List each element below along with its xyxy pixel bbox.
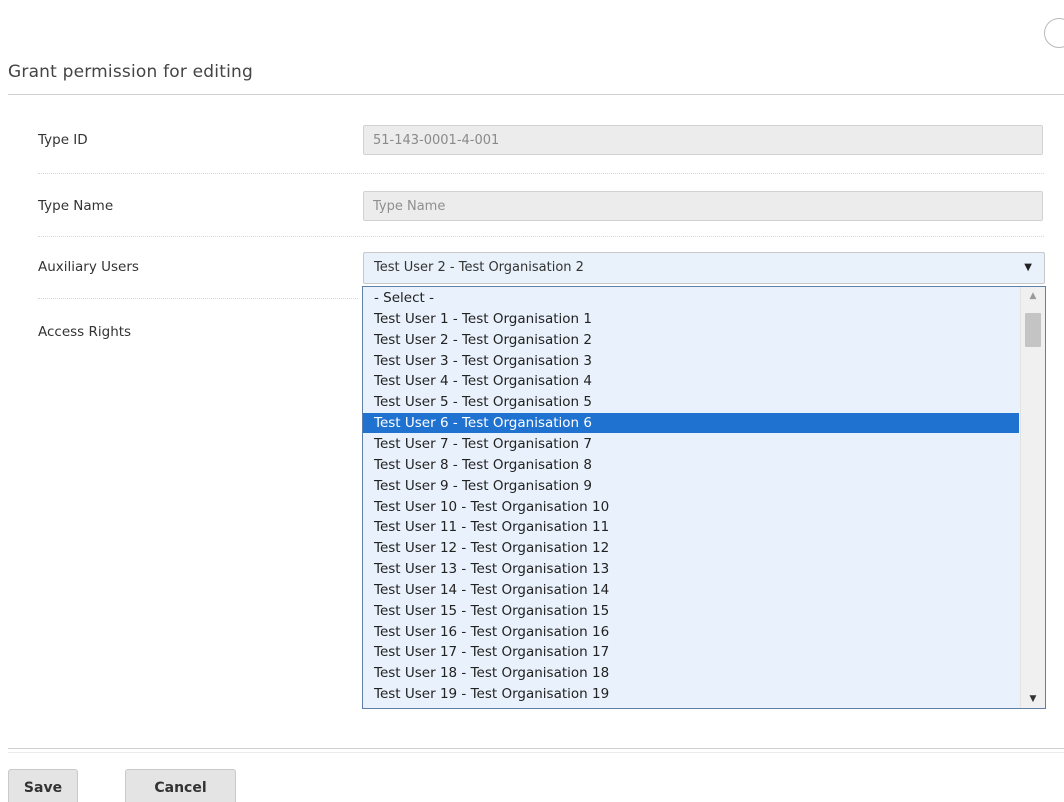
- row-divider: [38, 298, 358, 299]
- row-divider: [38, 236, 1044, 237]
- chevron-down-icon[interactable]: ▼: [1024, 253, 1032, 283]
- dropdown-option[interactable]: Test User 6 - Test Organisation 6: [363, 413, 1019, 434]
- access-rights-label: Access Rights: [38, 324, 132, 340]
- auxiliary-users-label: Auxiliary Users: [38, 259, 139, 275]
- auxiliary-users-selected-value: Test User 2 - Test Organisation 2: [374, 260, 584, 275]
- dropdown-option[interactable]: Test User 13 - Test Organisation 13: [363, 559, 1019, 579]
- dialog-title: Grant permission for editing: [8, 62, 253, 82]
- close-icon[interactable]: [1044, 18, 1064, 48]
- title-divider: [8, 94, 1064, 95]
- save-button[interactable]: Save: [8, 769, 78, 802]
- dropdown-option[interactable]: Test User 18 - Test Organisation 18: [363, 663, 1019, 683]
- permission-dialog: Grant permission for editing Type ID Typ…: [0, 0, 1064, 802]
- dropdown-option[interactable]: Test User 12 - Test Organisation 12: [363, 538, 1019, 558]
- dropdown-option[interactable]: - Select -: [363, 288, 1019, 308]
- dropdown-option[interactable]: Test User 15 - Test Organisation 15: [363, 601, 1019, 621]
- scroll-up-icon[interactable]: ▲: [1021, 287, 1045, 305]
- dropdown-option[interactable]: Test User 9 - Test Organisation 9: [363, 476, 1019, 496]
- scroll-down-icon[interactable]: ▼: [1021, 690, 1045, 708]
- type-id-field[interactable]: [363, 125, 1043, 155]
- dropdown-option[interactable]: Test User 16 - Test Organisation 16: [363, 622, 1019, 642]
- dropdown-option[interactable]: Test User 8 - Test Organisation 8: [363, 455, 1019, 475]
- dropdown-option[interactable]: Test User 19 - Test Organisation 19: [363, 684, 1019, 704]
- dropdown-option[interactable]: Test User 4 - Test Organisation 4: [363, 371, 1019, 391]
- type-name-field[interactable]: [363, 191, 1043, 221]
- dropdown-option[interactable]: Test User 11 - Test Organisation 11: [363, 517, 1019, 537]
- row-divider: [38, 173, 1044, 174]
- dropdown-option[interactable]: Test User 14 - Test Organisation 14: [363, 580, 1019, 600]
- footer-divider: [8, 752, 1064, 753]
- type-name-label: Type Name: [38, 198, 114, 214]
- dropdown-option[interactable]: Test User 1 - Test Organisation 1: [363, 309, 1019, 329]
- scroll-thumb[interactable]: [1025, 313, 1041, 347]
- dropdown-option[interactable]: Test User 2 - Test Organisation 2: [363, 330, 1019, 350]
- cancel-button[interactable]: Cancel: [125, 769, 236, 802]
- auxiliary-users-select[interactable]: Test User 2 - Test Organisation 2 ▼: [363, 252, 1045, 284]
- dropdown-option[interactable]: Test User 10 - Test Organisation 10: [363, 497, 1019, 517]
- dropdown-option[interactable]: Test User 17 - Test Organisation 17: [363, 642, 1019, 662]
- dropdown-option[interactable]: Test User 3 - Test Organisation 3: [363, 351, 1019, 371]
- dropdown-option[interactable]: Test User 7 - Test Organisation 7: [363, 434, 1019, 454]
- dropdown-option[interactable]: Test User 5 - Test Organisation 5: [363, 392, 1019, 412]
- auxiliary-users-dropdown-list[interactable]: Test User 19 - Test Organisation 19 Test …: [362, 286, 1046, 709]
- dropdown-scrollbar[interactable]: ▲ ▼: [1020, 287, 1045, 708]
- type-id-label: Type ID: [38, 132, 88, 148]
- footer-divider: [8, 748, 1064, 749]
